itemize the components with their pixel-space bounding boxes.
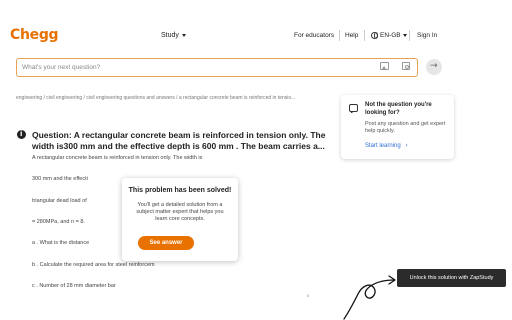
page-number: 8 [307,293,310,298]
question-line: b . Calculate the required area for stee… [32,262,155,268]
study-menu[interactable]: Study [161,32,186,39]
language-selector[interactable]: EN-GB [371,32,407,39]
chegg-logo[interactable]: Chegg [10,27,59,43]
chat-bubble-icon [349,104,358,113]
info-icon [17,130,26,139]
side-card: Not the question you're looking for? Pos… [341,95,454,159]
nav-divider [364,30,365,41]
header: Chegg Study For educators Help EN-GB Sig… [0,0,512,58]
signin-link[interactable]: Sign In [417,32,437,39]
nav-divider [339,30,340,41]
search-box[interactable]: What's your next question? [16,58,418,77]
search-submit-button[interactable]: → [426,59,442,75]
chevron-right-icon: › [405,142,408,149]
question-line: 300 mm and the effecti [32,176,88,182]
chevron-down-icon [181,33,186,37]
zapstudy-unlock-button[interactable]: Unlock this solution with ZapStudy [397,269,506,287]
chevron-down-icon [402,34,407,37]
question-line: a . What is the distance [32,240,90,246]
question-line: triangular dead load of [32,198,87,204]
see-answer-button[interactable]: See answer [138,236,194,250]
nav-divider [409,30,410,41]
nav-help-link[interactable]: Help [345,32,358,39]
study-label: Study [161,32,179,39]
question-line: = 280MPa, and n = 8. [32,219,85,225]
search-input[interactable]: What's your next question? [22,64,100,71]
camera-icon[interactable] [402,62,410,70]
language-label: EN-GB [380,32,401,40]
arrow-swirl-icon [343,275,396,320]
start-learning-label: Start learning [365,143,401,149]
start-learning-link[interactable]: Start learning › [365,142,408,149]
nav-educators-link[interactable]: For educators [294,32,334,39]
question-title: Question: A rectangular concrete beam is… [32,130,326,151]
solved-modal: This problem has been solved! You'll get… [122,178,238,261]
question-line: c . Number of 28 mm diameter bar [32,283,116,289]
modal-text: You'll get a detailed solution from a su… [136,202,224,222]
side-card-text: Post any question and get expert help qu… [365,121,446,134]
breadcrumb[interactable]: engineering / civil engineering / civil … [16,95,330,101]
modal-title: This problem has been solved! [128,187,232,194]
side-card-title: Not the question you're looking for? [365,102,432,116]
arrow-right-icon: → [430,61,438,71]
question-line: A rectangular concrete beam is reinforce… [32,155,203,161]
globe-icon [371,32,378,39]
image-upload-icon[interactable] [380,62,389,70]
